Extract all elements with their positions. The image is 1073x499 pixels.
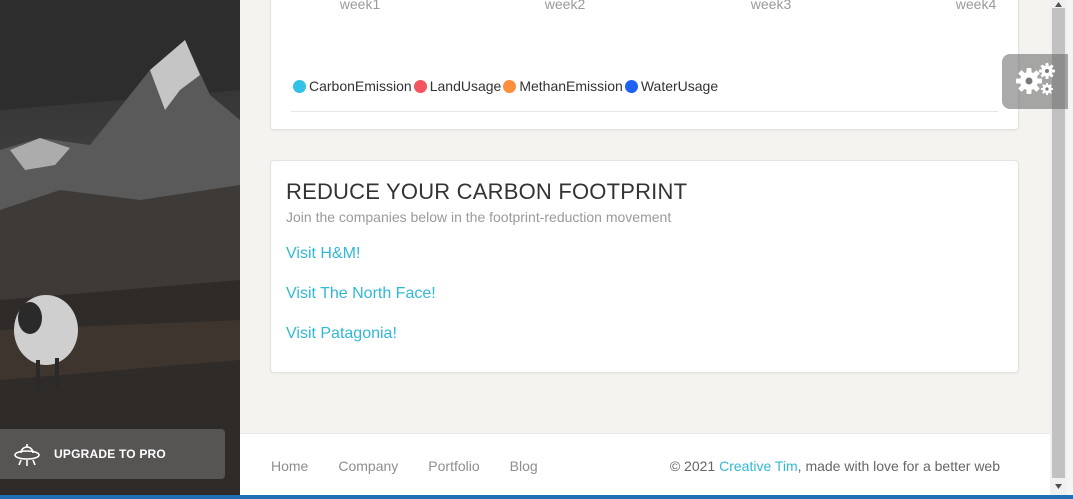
footer-link-company[interactable]: Company: [338, 458, 398, 474]
footer-link-home[interactable]: Home: [271, 458, 308, 474]
legend-label: MethanEmission: [519, 78, 623, 94]
footer: Home Company Portfolio Blog © 2021 Creat…: [240, 433, 1050, 495]
scroll-down-arrow-icon[interactable]: [1050, 478, 1067, 495]
legend-dot: [624, 79, 638, 93]
ufo-icon: [0, 439, 54, 469]
taskbar-edge: [0, 495, 1073, 499]
legend-label: CarbonEmission: [309, 78, 412, 94]
x-tick-week1: week1: [339, 0, 381, 12]
copyright-prefix: © 2021: [669, 458, 720, 474]
upgrade-to-pro-button[interactable]: UPGRADE TO PRO: [0, 429, 225, 479]
chart-card: week1 week2 week3 week4 CarbonEmission L…: [270, 0, 1019, 130]
legend-dot: [413, 79, 427, 93]
carbon-footprint-card: REDUCE YOUR CARBON FOOTPRINT Join the co…: [270, 160, 1019, 373]
app-window: UPGRADE TO PRO week1 week2 week3 week4 C…: [0, 0, 1073, 499]
footer-link-portfolio[interactable]: Portfolio: [428, 458, 479, 474]
link-visit-patagonia[interactable]: Visit Patagonia!: [286, 325, 397, 343]
copyright: © 2021 Creative Tim, made with love for …: [670, 458, 1000, 474]
link-visit-hm[interactable]: Visit H&M!: [286, 245, 360, 263]
copyright-suffix: , made with love for a better web: [797, 458, 1000, 474]
card-title: REDUCE YOUR CARBON FOOTPRINT: [286, 179, 688, 204]
x-tick-week2: week2: [544, 0, 586, 12]
sidebar: UPGRADE TO PRO: [0, 0, 240, 499]
sidebar-background-image: [0, 0, 240, 499]
card-divider: [291, 111, 998, 112]
legend-label: WaterUsage: [640, 78, 719, 94]
settings-gear-button[interactable]: [1002, 54, 1068, 109]
upgrade-label: UPGRADE TO PRO: [54, 447, 166, 461]
footer-nav: Home Company Portfolio Blog: [271, 458, 568, 474]
x-axis-ticks: week1 week2 week3 week4: [271, 0, 1020, 15]
legend-dot: [293, 79, 306, 93]
legend-dot: [503, 79, 517, 93]
scroll-up-arrow-icon[interactable]: [1050, 0, 1067, 8]
card-subtitle: Join the companies below in the footprin…: [286, 209, 672, 225]
gears-icon: [1013, 61, 1057, 102]
creative-tim-link[interactable]: Creative Tim: [719, 458, 798, 474]
link-visit-north-face[interactable]: Visit The North Face!: [286, 285, 436, 303]
legend-item-carbon-emission[interactable]: CarbonEmission: [293, 78, 412, 94]
legend-label: LandUsage: [429, 78, 502, 94]
x-tick-week3: week3: [750, 0, 792, 12]
legend-item-methan-emission[interactable]: MethanEmission: [503, 78, 623, 94]
legend-item-land-usage[interactable]: LandUsage: [413, 78, 502, 94]
chart-legend: CarbonEmission LandUsage MethanEmission …: [293, 78, 720, 94]
x-tick-week4: week4: [955, 0, 997, 12]
main-panel: week1 week2 week3 week4 CarbonEmission L…: [240, 0, 1050, 495]
footer-link-blog[interactable]: Blog: [510, 458, 538, 474]
legend-item-water-usage[interactable]: WaterUsage: [624, 78, 719, 94]
